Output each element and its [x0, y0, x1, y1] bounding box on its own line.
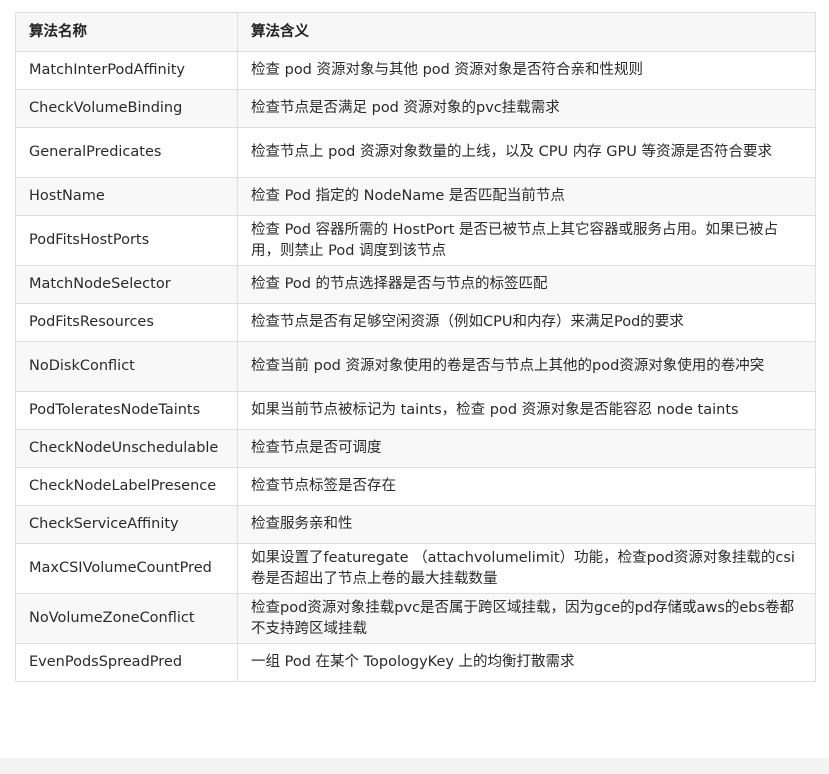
- table-row: PodFitsHostPorts 检查 Pod 容器所需的 HostPort 是…: [15, 215, 816, 266]
- table-row: HostName 检查 Pod 指定的 NodeName 是否匹配当前节点: [15, 177, 816, 216]
- algorithm-name-cell: CheckNodeLabelPresence: [15, 467, 238, 506]
- algorithm-desc-cell: 检查 Pod 的节点选择器是否与节点的标签匹配: [237, 265, 816, 304]
- table-row: EvenPodsSpreadPred 一组 Pod 在某个 TopologyKe…: [15, 643, 816, 682]
- algorithm-name-cell: HostName: [15, 177, 238, 216]
- algorithm-desc-cell: 检查服务亲和性: [237, 505, 816, 544]
- algorithm-name-cell: PodFitsHostPorts: [15, 215, 238, 266]
- header-algorithm-name: 算法名称: [15, 12, 238, 52]
- algorithm-desc-cell: 检查节点上 pod 资源对象数量的上线，以及 CPU 内存 GPU 等资源是否符…: [237, 127, 816, 178]
- algorithm-name-cell: PodToleratesNodeTaints: [15, 391, 238, 430]
- algorithm-desc-cell: 一组 Pod 在某个 TopologyKey 上的均衡打散需求: [237, 643, 816, 682]
- algorithm-desc-cell: 检查 Pod 容器所需的 HostPort 是否已被节点上其它容器或服务占用。如…: [237, 215, 816, 266]
- table-header-row: 算法名称 算法含义: [15, 12, 816, 52]
- algorithm-desc-cell: 如果当前节点被标记为 taints，检查 pod 资源对象是否能容忍 node …: [237, 391, 816, 430]
- table-row: PodFitsResources 检查节点是否有足够空闲资源（例如CPU和内存）…: [15, 303, 816, 342]
- algorithm-desc-cell: 检查节点是否满足 pod 资源对象的pvc挂载需求: [237, 89, 816, 128]
- algorithm-name-cell: GeneralPredicates: [15, 127, 238, 178]
- algorithm-name-cell: NoVolumeZoneConflict: [15, 593, 238, 644]
- predicates-table: 算法名称 算法含义 MatchInterPodAffinity 检查 pod 资…: [15, 12, 816, 682]
- algorithm-name-cell: MatchInterPodAffinity: [15, 51, 238, 90]
- algorithm-name-cell: CheckServiceAffinity: [15, 505, 238, 544]
- table-row: GeneralPredicates 检查节点上 pod 资源对象数量的上线，以及…: [15, 127, 816, 178]
- algorithm-name-cell: MaxCSIVolumeCountPred: [15, 543, 238, 594]
- algorithm-desc-cell: 检查节点标签是否存在: [237, 467, 816, 506]
- table-row: NoVolumeZoneConflict 检查pod资源对象挂载pvc是否属于跨…: [15, 593, 816, 644]
- algorithm-name-cell: MatchNodeSelector: [15, 265, 238, 304]
- table-row: NoDiskConflict 检查当前 pod 资源对象使用的卷是否与节点上其他…: [15, 341, 816, 392]
- table-row: MatchNodeSelector 检查 Pod 的节点选择器是否与节点的标签匹…: [15, 265, 816, 304]
- table-row: CheckNodeUnschedulable 检查节点是否可调度: [15, 429, 816, 468]
- document-page: 算法名称 算法含义 MatchInterPodAffinity 检查 pod 资…: [0, 0, 829, 774]
- algorithm-desc-cell: 检查当前 pod 资源对象使用的卷是否与节点上其他的pod资源对象使用的卷冲突: [237, 341, 816, 392]
- table-row: MatchInterPodAffinity 检查 pod 资源对象与其他 pod…: [15, 51, 816, 90]
- table-row: CheckNodeLabelPresence 检查节点标签是否存在: [15, 467, 816, 506]
- algorithm-desc-cell: 检查节点是否有足够空闲资源（例如CPU和内存）来满足Pod的要求: [237, 303, 816, 342]
- table-row: PodToleratesNodeTaints 如果当前节点被标记为 taints…: [15, 391, 816, 430]
- algorithm-name-cell: CheckNodeUnschedulable: [15, 429, 238, 468]
- page-bottom-band: [0, 758, 829, 774]
- header-algorithm-meaning: 算法含义: [237, 12, 816, 52]
- algorithm-desc-cell: 检查pod资源对象挂载pvc是否属于跨区域挂载，因为gce的pd存储或aws的e…: [237, 593, 816, 644]
- algorithm-desc-cell: 检查 Pod 指定的 NodeName 是否匹配当前节点: [237, 177, 816, 216]
- algorithm-name-cell: NoDiskConflict: [15, 341, 238, 392]
- table-row: MaxCSIVolumeCountPred 如果设置了featuregate （…: [15, 543, 816, 594]
- table-row: CheckServiceAffinity 检查服务亲和性: [15, 505, 816, 544]
- algorithm-desc-cell: 检查 pod 资源对象与其他 pod 资源对象是否符合亲和性规则: [237, 51, 816, 90]
- algorithm-name-cell: PodFitsResources: [15, 303, 238, 342]
- algorithm-desc-cell: 检查节点是否可调度: [237, 429, 816, 468]
- algorithm-name-cell: CheckVolumeBinding: [15, 89, 238, 128]
- table-row: CheckVolumeBinding 检查节点是否满足 pod 资源对象的pvc…: [15, 89, 816, 128]
- algorithm-desc-cell: 如果设置了featuregate （attachvolumelimit）功能，检…: [237, 543, 816, 594]
- algorithm-name-cell: EvenPodsSpreadPred: [15, 643, 238, 682]
